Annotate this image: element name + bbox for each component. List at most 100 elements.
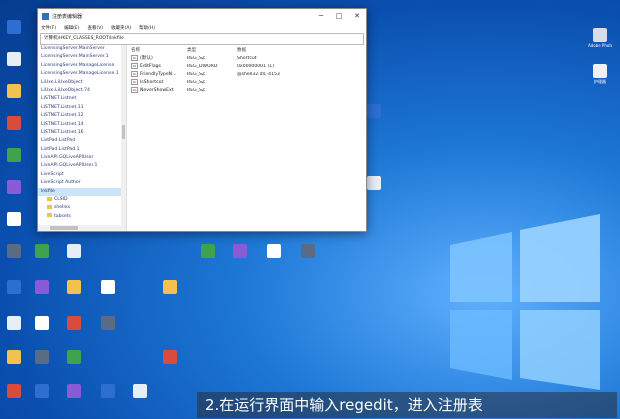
tree-item[interactable]: LiveAPI.GQLiveAPIUser [38,154,126,162]
app-icon [133,384,147,398]
desktop-icon[interactable] [30,350,54,364]
tree-item[interactable]: LiUxe.LiUxeObject [38,79,126,87]
desktop-icon[interactable] [2,52,26,66]
tree-vertical-scrollbar[interactable] [121,45,126,225]
app-icon [67,280,81,294]
desktop-icon[interactable] [62,280,86,294]
desktop-icon[interactable] [62,350,86,364]
tree-item[interactable]: CLSID [38,196,126,204]
values-pane[interactable]: 名称 类型 数据 ab (默认) REG_SZ Shortcut 01 EditFlags… [127,45,366,231]
desktop-icon[interactable] [30,244,54,258]
desktop-icon[interactable] [2,280,26,294]
desktop-icon[interactable] [62,316,86,330]
value-row[interactable]: ab FriendlyTypeN... REG_SZ @shell32.dll,-41… [127,70,366,78]
desktop-icon[interactable] [30,280,54,294]
column-type[interactable]: 类型 [187,47,237,53]
tree-item-label: LicensingServer.MainServer.1 [41,54,109,60]
desktop-icon[interactable] [2,180,26,194]
desktop-icon[interactable] [96,316,120,330]
desktop-icon[interactable] [2,116,26,130]
tree-item[interactable]: lnkfile [38,187,126,197]
desktop-icon[interactable] [2,84,26,98]
value-type: REG_SZ [187,55,206,61]
column-data[interactable]: 数据 [237,47,366,53]
app-icon [67,244,81,258]
tree-item[interactable]: LISTNET.Listnet [38,95,126,103]
desktop-icon[interactable] [2,212,26,226]
tree-item[interactable]: tabsets [38,213,126,221]
value-row[interactable]: 01 EditFlags REG_DWORD 0x00000001 (1) [127,62,366,70]
desktop-icon[interactable] [30,384,54,398]
menu-view[interactable]: 查看(V) [87,25,103,31]
string-value-icon: ab [131,79,138,85]
app-icon [593,64,607,78]
desktop-icon[interactable] [96,280,120,294]
desktop-icon[interactable] [158,350,182,364]
registry-editor-window[interactable]: 注册表编辑器 ─ □ ✕ 文件(F) 编辑(E) 查看(V) 收藏夹(A) 帮助… [37,8,367,232]
key-tree[interactable]: LicensingServer.MainServer LicensingServe… [38,45,127,231]
tree-item-label: LiveScript [41,171,64,177]
desktop-icon[interactable] [262,244,286,258]
tree-item[interactable]: LISTNET.Listnet.14 [38,121,126,129]
desktop-icon[interactable] [96,384,120,398]
desktop-icon[interactable] [158,280,182,294]
tree-item[interactable]: LiUxe.LiUxeObject.74 [38,87,126,95]
tree-item-label: LISTNET.Listnet.12 [41,113,84,119]
desktop-icon[interactable] [30,316,54,330]
desktop-icon[interactable] [128,384,152,398]
tree-item[interactable]: LicensingServer.ManageLicense [38,62,126,70]
menu-file[interactable]: 文件(F) [41,25,56,31]
value-name: ab IsShortcut [127,79,187,85]
tree-item[interactable]: LISTNET.Listnet.11 [38,104,126,112]
tree-item[interactable]: ListPad.ListPad.1 [38,146,126,154]
address-bar[interactable]: 计算机\HKEY_CLASSES_ROOT\lnkfile [40,33,364,45]
column-name[interactable]: 名称 [127,47,187,53]
tree-item[interactable]: LiveAPI.GQLiveAPIUser.1 [38,162,126,170]
desktop-icon[interactable] [62,244,86,258]
value-row[interactable]: ab IsShortcut REG_SZ [127,78,366,86]
desktop-icon-photoshop[interactable]: Adobe Photosh... [588,28,612,48]
tree-item-label: LiveAPI.GQLiveAPIUser [41,155,94,161]
desktop-icon[interactable] [2,384,26,398]
desktop-icon[interactable] [196,244,220,258]
app-icon [233,244,247,258]
app-icon [67,384,81,398]
desktop-icon[interactable] [2,244,26,258]
desktop-icon[interactable] [2,316,26,330]
tree-item-label: LISTNET.Listnet [41,96,77,102]
desktop-icon-protector[interactable]: 护理器 [588,64,612,84]
tree-item-label: LISTNET.Listnet.14 [41,121,84,127]
desktop-icon[interactable] [2,350,26,364]
tree-item[interactable]: LicensingServer.MainServer [38,45,126,53]
tree-item[interactable]: LicensingServer.MainServer.1 [38,53,126,61]
tree-horizontal-scrollbar[interactable] [38,225,126,231]
tree-item[interactable]: LiveScript [38,171,126,179]
desktop-icon[interactable] [2,148,26,162]
desktop-icon[interactable] [2,20,26,34]
tree-item[interactable]: LISTNET.Listnet.12 [38,112,126,120]
tree-item[interactable]: LiveScript Author [38,179,126,187]
tree-item[interactable]: shellex [38,204,126,212]
app-icon [101,280,115,294]
menu-help[interactable]: 帮助(H) [139,25,155,31]
value-row[interactable]: ab (默认) REG_SZ Shortcut [127,54,366,62]
title-bar[interactable]: 注册表编辑器 ─ □ ✕ [38,9,366,23]
desktop-icon[interactable] [296,244,320,258]
string-value-icon: ab [131,55,138,61]
desktop-icon[interactable] [62,384,86,398]
value-data: Shortcut [237,55,257,61]
menu-edit[interactable]: 编辑(E) [64,25,79,31]
value-name: ab FriendlyTypeN... [127,71,187,77]
tree-item[interactable]: ListPad.ListPad [38,137,126,145]
value-name: ab NeverShowExt [127,87,187,93]
tree-item[interactable]: LicensingServer.ManageLicense.1 [38,70,126,78]
tree-item[interactable]: LISTNET.Listnet.16 [38,129,126,137]
desktop-icon[interactable] [228,244,252,258]
maximize-button[interactable]: □ [330,12,348,20]
close-button[interactable]: ✕ [348,12,366,20]
value-row[interactable]: ab NeverShowExt REG_SZ [127,86,366,94]
minimize-button[interactable]: ─ [312,12,330,20]
menu-favorites[interactable]: 收藏夹(A) [111,25,131,31]
app-icon [7,350,21,364]
value-name-text: IsShortcut [140,79,164,85]
